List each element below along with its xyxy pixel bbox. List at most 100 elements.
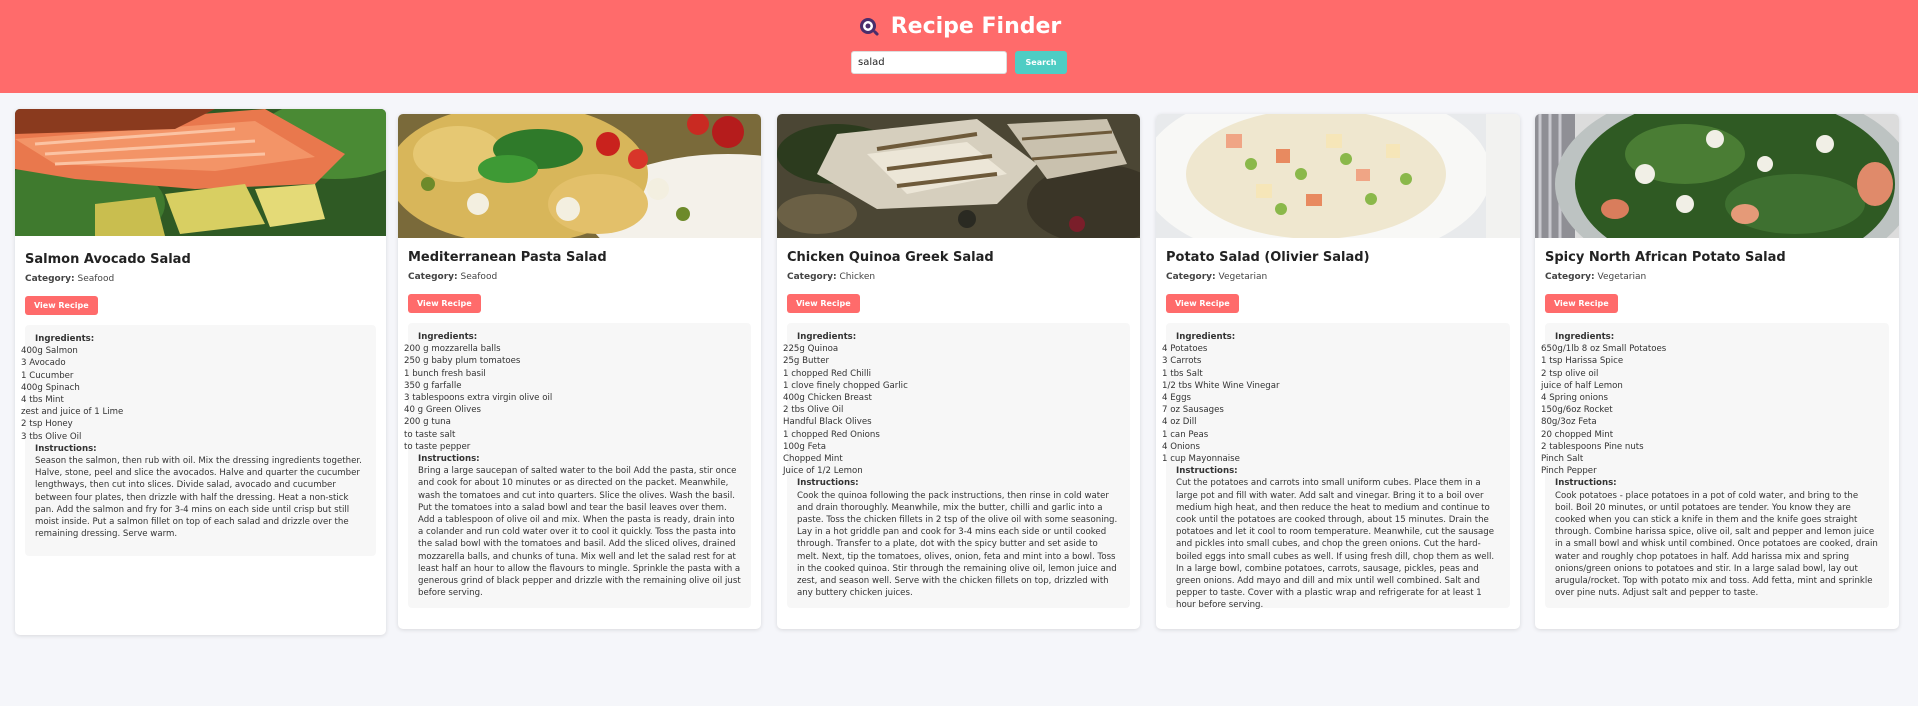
card-body: Mediterranean Pasta Salad Category: Seaf…: [398, 238, 761, 618]
card-body: Salmon Avocado Salad Category: Seafood V…: [15, 236, 386, 566]
category-value: Seafood: [460, 272, 498, 282]
recipe-details: Ingredients: 225g Quinoa 25g Butter 1 ch…: [783, 323, 1130, 608]
recipe-image-pasta: [398, 114, 761, 238]
ingredient-item: 1 chopped Red Chilli: [783, 368, 1120, 380]
ingredient-item: Handful Black Olives: [783, 416, 1120, 428]
recipe-details: Ingredients: 650g/1lb 8 oz Small Potatoe…: [1541, 323, 1889, 608]
instructions-heading: Instructions:: [797, 478, 859, 489]
ingredient-item: 2 tsp olive oil: [1541, 368, 1879, 380]
ingredients-heading: Ingredients:: [418, 332, 478, 342]
view-recipe-button[interactable]: View Recipe: [1545, 294, 1618, 313]
ingredient-item: 2 tsp Honey: [21, 418, 366, 430]
recipe-card: Salmon Avocado Salad Category: Seafood V…: [15, 109, 386, 635]
ingredient-item: 4 Onions: [1162, 441, 1500, 453]
recipe-image-chicken: [777, 114, 1140, 238]
ingredient-item: 3 tbs Olive Oil: [21, 431, 366, 443]
instructions-text: Cook the quinoa following the pack instr…: [797, 490, 1118, 599]
card-body: Potato Salad (Olivier Salad) Category: V…: [1156, 238, 1520, 618]
ingredient-item: 7 oz Sausages: [1162, 404, 1500, 416]
ingredients-heading: Ingredients:: [1176, 332, 1236, 342]
ingredients-list: 4 Potatoes 3 Carrots 1 tbs Salt 1/2 tbs …: [1162, 343, 1500, 465]
category-label: Category:: [408, 272, 458, 282]
search-button[interactable]: Search: [1015, 51, 1067, 74]
recipe-title: Mediterranean Pasta Salad: [408, 250, 607, 265]
view-recipe-button[interactable]: View Recipe: [25, 296, 98, 315]
ingredients-heading: Ingredients:: [35, 334, 95, 344]
ingredient-item: 3 Carrots: [1162, 355, 1500, 367]
ingredient-item: 200 g mozzarella balls: [404, 343, 741, 355]
recipe-category: Category: Chicken: [787, 272, 1130, 282]
recipe-image-salmon: [15, 109, 386, 236]
ingredient-item: 1 can Peas: [1162, 429, 1500, 441]
header: Recipe Finder Search: [0, 0, 1918, 93]
view-recipe-button[interactable]: View Recipe: [787, 294, 860, 313]
ingredient-item: zest and juice of 1 Lime: [21, 406, 366, 418]
ingredient-item: 1 tbs Salt: [1162, 368, 1500, 380]
category-label: Category:: [1545, 272, 1595, 282]
recipe-details: Ingredients: 400g Salmon 3 Avocado 1 Cuc…: [21, 325, 376, 556]
ingredient-item: 200 g tuna: [404, 416, 741, 428]
recipe-title: Potato Salad (Olivier Salad): [1166, 250, 1370, 265]
ingredient-item: 1 clove finely chopped Garlic: [783, 380, 1120, 392]
ingredient-item: 400g Spinach: [21, 382, 366, 394]
category-value: Vegetarian: [1597, 272, 1647, 282]
category-label: Category:: [1166, 272, 1216, 282]
ingredient-item: 150g/6oz Rocket: [1541, 404, 1879, 416]
ingredient-item: 80g/3oz Feta: [1541, 416, 1879, 428]
ingredient-item: 1 chopped Red Onions: [783, 429, 1120, 441]
ingredient-item: 1 Cucumber: [21, 370, 366, 382]
ingredients-list: 225g Quinoa 25g Butter 1 chopped Red Chi…: [783, 343, 1120, 477]
ingredient-item: 1 cup Mayonnaise: [1162, 453, 1500, 465]
ingredient-item: 1 bunch fresh basil: [404, 368, 741, 380]
ingredient-item: 4 tbs Mint: [21, 394, 366, 406]
ingredient-item: to taste salt: [404, 429, 741, 441]
ingredient-item: 250 g baby plum tomatoes: [404, 355, 741, 367]
ingredient-item: Pinch Salt: [1541, 453, 1879, 465]
ingredients-list: 400g Salmon 3 Avocado 1 Cucumber 400g Sp…: [21, 345, 366, 443]
instructions-heading: Instructions:: [418, 454, 480, 465]
view-recipe-button[interactable]: View Recipe: [408, 294, 481, 313]
recipe-card: Chicken Quinoa Greek Salad Category: Chi…: [777, 114, 1140, 629]
recipe-card: Mediterranean Pasta Salad Category: Seaf…: [398, 114, 761, 629]
instructions-text: Cook potatoes - place potatoes in a pot …: [1555, 490, 1878, 599]
card-body: Chicken Quinoa Greek Salad Category: Chi…: [777, 238, 1140, 618]
ingredient-item: 4 oz Dill: [1162, 416, 1500, 428]
ingredient-item: 650g/1lb 8 oz Small Potatoes: [1541, 343, 1879, 355]
category-label: Category:: [787, 272, 837, 282]
category-value: Vegetarian: [1218, 272, 1268, 282]
ingredients-heading: Ingredients:: [1555, 332, 1615, 342]
view-recipe-button[interactable]: View Recipe: [1166, 294, 1239, 313]
ingredient-item: 1/2 tbs White Wine Vinegar: [1162, 380, 1500, 392]
ingredient-item: 4 Spring onions: [1541, 392, 1879, 404]
recipe-details: Ingredients: 200 g mozzarella balls 250 …: [404, 323, 751, 608]
instructions-heading: Instructions:: [1555, 478, 1617, 489]
ingredients-heading: Ingredients:: [797, 332, 857, 342]
ingredients-list: 200 g mozzarella balls 250 g baby plum t…: [404, 343, 741, 453]
instructions-text: Bring a large saucepan of salted water t…: [418, 466, 741, 599]
category-label: Category:: [25, 274, 75, 284]
ingredient-item: 350 g farfalle: [404, 380, 741, 392]
ingredient-item: 3 Avocado: [21, 357, 366, 369]
recipe-title: Salmon Avocado Salad: [25, 252, 191, 267]
ingredient-item: 20 chopped Mint: [1541, 429, 1879, 441]
ingredient-item: 4 Eggs: [1162, 392, 1500, 404]
app-title: Recipe Finder: [890, 14, 1062, 39]
recipe-image-north-african: [1535, 114, 1899, 238]
ingredient-item: Pinch Pepper: [1541, 465, 1879, 477]
search-bar: Search: [851, 51, 1067, 74]
category-value: Chicken: [839, 272, 876, 282]
recipe-category: Category: Seafood: [408, 272, 751, 282]
recipe-category: Category: Vegetarian: [1545, 272, 1889, 282]
instructions-text: Cut the potatoes and carrots into small …: [1176, 478, 1495, 611]
recipe-image-olivier: [1156, 114, 1520, 238]
ingredient-item: Juice of 1/2 Lemon: [783, 465, 1120, 477]
search-icon: [859, 17, 879, 36]
recipe-category: Category: Seafood: [25, 274, 376, 284]
ingredient-item: 25g Butter: [783, 355, 1120, 367]
recipe-card: Spicy North African Potato Salad Categor…: [1535, 114, 1899, 629]
ingredient-item: 100g Feta: [783, 441, 1120, 453]
recipe-category: Category: Vegetarian: [1166, 272, 1510, 282]
search-input[interactable]: [851, 51, 1007, 74]
ingredient-item: 3 tablespoons extra virgin olive oil: [404, 392, 741, 404]
recipe-details: Ingredients: 4 Potatoes 3 Carrots 1 tbs …: [1162, 323, 1510, 611]
